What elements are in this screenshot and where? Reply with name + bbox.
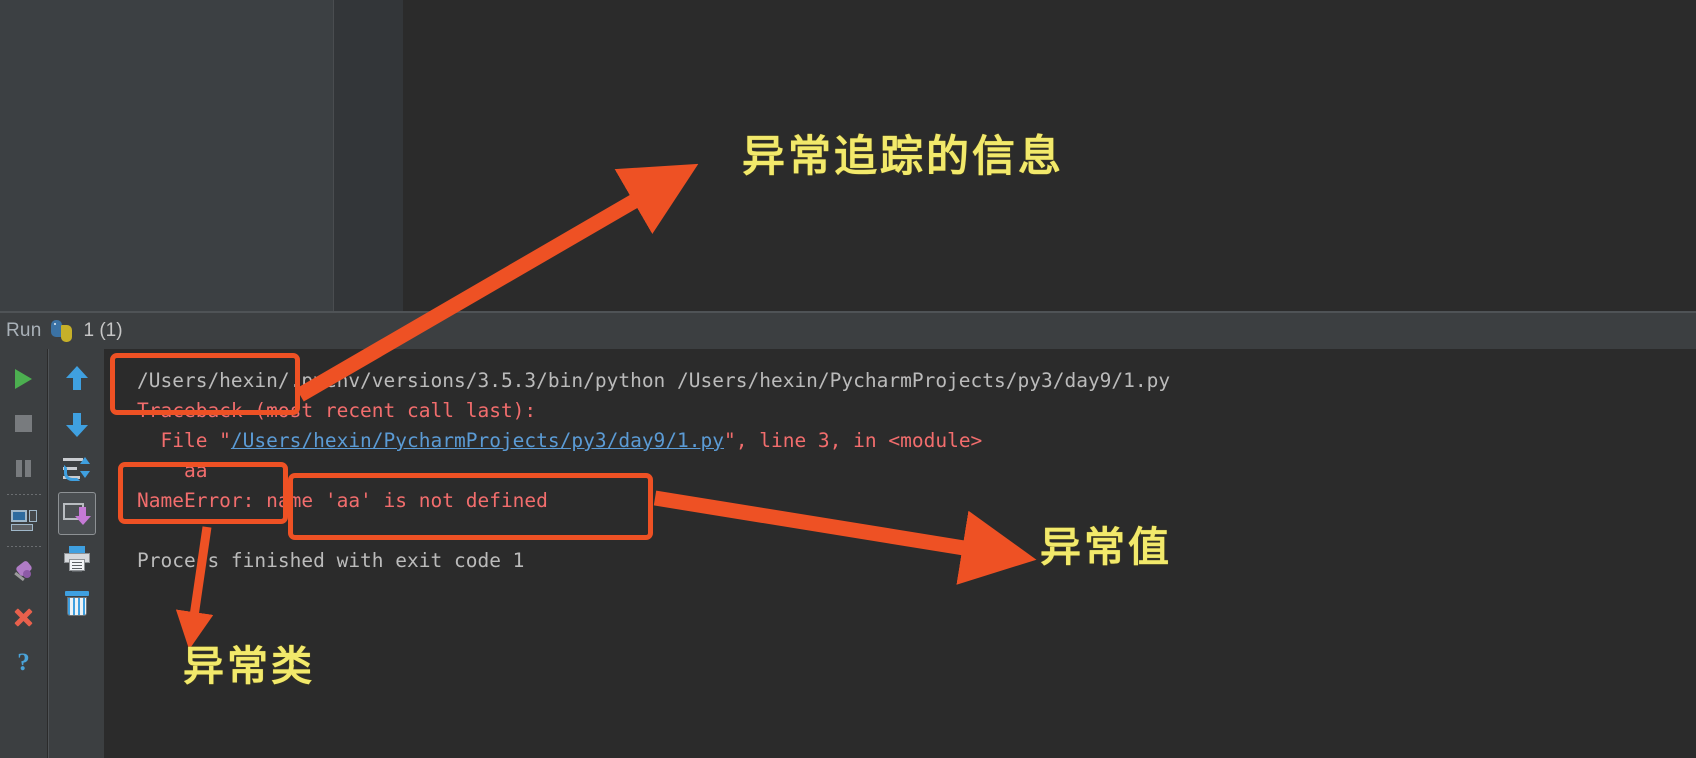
console-text: /Users/hexin/.pyenv/versions/3.5.3/bin/p… — [137, 369, 1171, 392]
editor-region — [0, 0, 1696, 313]
toolbar-separator — [6, 546, 41, 547]
console-line-process-finished-line: Process finished with exit code 1 — [105, 546, 1696, 576]
console-line-exception-line: NameError: name 'aa' is not defined — [105, 486, 1696, 516]
pin-icon — [12, 559, 36, 584]
run-controls-toolbar: ? — [0, 349, 47, 758]
run-configuration-tab[interactable]: 1 (1) — [83, 320, 122, 342]
trash-icon — [64, 591, 89, 616]
scroll-to-end-button[interactable] — [57, 491, 97, 536]
arrow-up-icon — [65, 365, 88, 392]
stop-icon — [15, 415, 32, 432]
down-the-stack-trace-button[interactable] — [57, 401, 97, 446]
toolbar-separator — [6, 494, 41, 495]
up-the-stack-trace-button[interactable] — [57, 356, 97, 401]
console-controls-toolbar — [48, 349, 104, 758]
arrow-down-icon — [65, 411, 88, 437]
editor-gutter-panel — [333, 0, 404, 311]
close-button[interactable] — [4, 595, 44, 640]
question-mark-icon: ? — [17, 649, 30, 676]
clear-all-button[interactable] — [57, 581, 97, 626]
play-icon — [15, 368, 32, 389]
console-text: NameError: name 'aa' is not defined — [137, 489, 548, 512]
console-line-blank-line — [105, 516, 1696, 546]
console-text: aa — [137, 459, 208, 482]
run-tool-window-title: Run — [6, 320, 42, 341]
console-file-link[interactable]: /Users/hexin/PycharmProjects/py3/day9/1.… — [231, 429, 724, 452]
close-x-icon — [13, 607, 34, 628]
pause-icon — [15, 460, 32, 477]
console-line-command-line: /Users/hexin/.pyenv/versions/3.5.3/bin/p… — [105, 366, 1696, 396]
console-line-traceback-header: Traceback (most recent call last): — [105, 396, 1696, 426]
scroll-to-end-icon — [63, 502, 91, 526]
editor-left-panel — [0, 0, 333, 311]
console-line-file-line: File "/Users/hexin/PycharmProjects/py3/d… — [105, 426, 1696, 456]
help-button[interactable]: ? — [4, 640, 44, 685]
run-tool-window-header: Run 1 (1) — [0, 313, 1696, 349]
soft-wrap-icon — [63, 457, 90, 481]
console-text: Traceback (most recent call last): — [137, 399, 537, 422]
python-icon — [50, 319, 74, 343]
console-text: ", line 3, in <module> — [724, 429, 983, 452]
console-text: File " — [137, 429, 231, 452]
rerun-button[interactable] — [4, 356, 44, 401]
console-output[interactable]: /Users/hexin/.pyenv/versions/3.5.3/bin/p… — [105, 349, 1696, 758]
console-text: Process finished with exit code 1 — [137, 549, 525, 572]
pycharm-window: Run 1 (1) ? /Users/hexin/.pyenv/versions… — [0, 0, 1696, 758]
printer-icon — [63, 546, 90, 572]
console-line-source-line: aa — [105, 456, 1696, 486]
print-button[interactable] — [57, 536, 97, 581]
pause-output-button[interactable] — [4, 446, 44, 491]
show-console-button[interactable] — [4, 498, 44, 543]
editor-code-panel[interactable] — [403, 0, 1696, 311]
stop-button[interactable] — [4, 401, 44, 446]
pin-tab-button[interactable] — [4, 550, 44, 595]
console-icon — [10, 509, 37, 532]
soft-wrap-button[interactable] — [57, 446, 97, 491]
